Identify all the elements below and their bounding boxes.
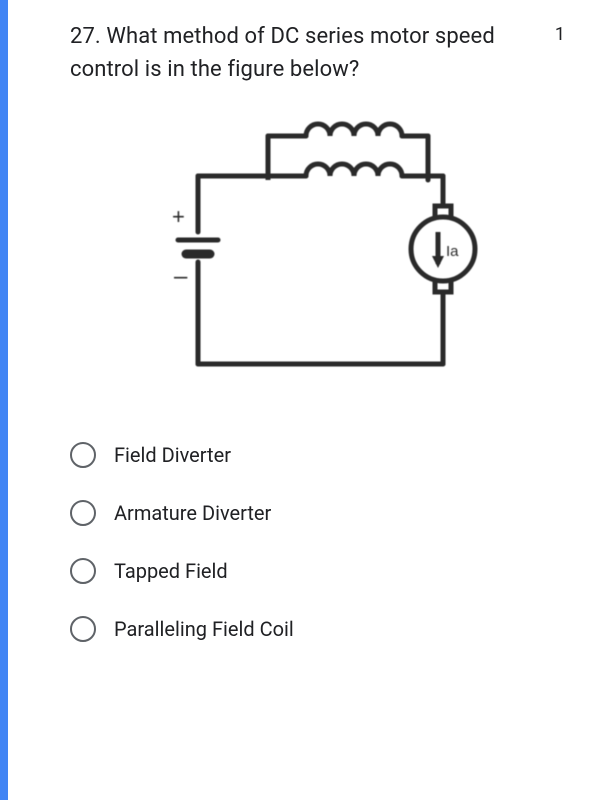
option-label: Armature Diverter [114,501,271,525]
option-tapped-field[interactable]: Tapped Field [70,542,565,600]
question-header-row: 27. What method of DC series motor speed… [70,20,565,86]
option-label: Paralleling Field Coil [114,617,294,641]
battery-negative-label: – [174,263,188,290]
options-group: Field Diverter Armature Diverter Tapped … [70,426,565,658]
question-card: 27. What method of DC series motor speed… [0,0,589,678]
radio-icon [70,442,96,468]
option-label: Field Diverter [114,443,231,467]
form-accent-bar [0,0,8,800]
circuit-diagram-icon: + – Ia [128,114,508,394]
option-field-diverter[interactable]: Field Diverter [70,426,565,484]
radio-icon [70,558,96,584]
question-points: 1 [555,24,565,45]
option-armature-diverter[interactable]: Armature Diverter [70,484,565,542]
radio-icon [70,500,96,526]
armature-current-label: Ia [446,243,459,260]
option-paralleling-field-coil[interactable]: Paralleling Field Coil [70,600,565,658]
question-text: 27. What method of DC series motor speed… [70,20,535,86]
figure-container: + – Ia [70,114,565,394]
battery-positive-label: + [172,204,185,229]
radio-icon [70,616,96,642]
option-label: Tapped Field [114,559,228,583]
